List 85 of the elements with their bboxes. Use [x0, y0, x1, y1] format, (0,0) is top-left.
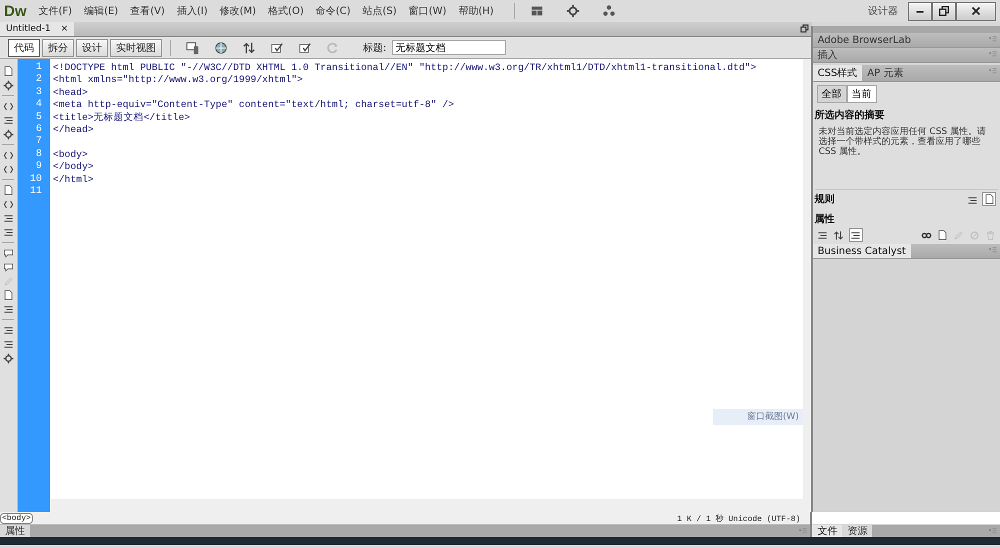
line-number: 6	[34, 124, 42, 136]
restore-icon[interactable]	[798, 22, 810, 34]
line-number: 5	[34, 112, 42, 124]
lines-icon[interactable]	[2, 324, 14, 336]
panel-tab[interactable]: Business Catalyst	[812, 244, 911, 258]
restore-icon[interactable]	[932, 2, 956, 20]
line-number: 3	[34, 86, 42, 99]
section-title: 规则	[814, 192, 835, 206]
settings-icon[interactable]	[564, 3, 581, 19]
workspace-switcher[interactable]: 设计器	[868, 4, 898, 18]
mode-button[interactable]: 当前	[846, 85, 877, 103]
panel-tab[interactable]: 资源	[842, 525, 872, 537]
code-line: </html>	[52, 174, 95, 186]
people-icon[interactable]	[600, 3, 617, 19]
menu-item[interactable]: 修改(M)	[220, 4, 256, 18]
menu-item[interactable]: 编辑(E)	[84, 4, 118, 18]
line-number: 4	[34, 99, 42, 112]
view-button[interactable]: 设计	[76, 38, 108, 56]
app-logo: Dw	[4, 2, 26, 20]
panel-tab[interactable]: AP 元素	[862, 65, 908, 81]
title-label: 标题:	[363, 42, 386, 54]
line-number: 8	[34, 148, 42, 161]
menu-item[interactable]: 命令(C)	[316, 4, 351, 18]
code-line: <meta http-equiv="Content-Type" content="text/html; charset=utf-8" />	[52, 99, 456, 112]
code-line: <title>无标题文档</title>	[52, 112, 192, 124]
tooltip: 窗口截图(W)	[712, 409, 803, 425]
summary-text: 未对当前选定内容应用任何 CSS 属性。请选择一个带样式的元素，查看应用了哪些 CSS 属性。	[818, 126, 987, 157]
minimize-icon[interactable]	[908, 2, 932, 20]
panel-tab[interactable]: 插入	[812, 48, 843, 62]
menu-item[interactable]: 插入(I)	[176, 4, 208, 18]
view-icon[interactable]	[982, 192, 996, 206]
view-button[interactable]: 代码	[8, 38, 40, 56]
panel-tab[interactable]: 文件	[812, 525, 842, 537]
page-icon[interactable]	[2, 289, 14, 301]
comment-icon[interactable]	[2, 247, 14, 259]
brackets-icon[interactable]	[2, 198, 14, 210]
code-line: <body>	[52, 148, 89, 162]
menu-item[interactable]: 格式(O)	[268, 4, 304, 18]
lines-icon[interactable]	[2, 303, 14, 315]
brackets-icon[interactable]	[2, 149, 14, 161]
lines-icon[interactable]	[2, 338, 14, 350]
menu-item[interactable]: 窗口(W)	[408, 4, 446, 18]
sort-icon[interactable]	[832, 229, 845, 241]
category-view-icon[interactable]	[816, 229, 829, 241]
new-rule-icon[interactable]	[936, 229, 948, 241]
cascade-icon[interactable]	[966, 194, 978, 206]
code-line: <head>	[52, 86, 89, 100]
lines-icon[interactable]	[2, 114, 14, 126]
devices-icon[interactable]	[185, 40, 201, 56]
set-properties-icon[interactable]	[848, 228, 863, 242]
status-text: 1 K / 1 秒 Unicode (UTF-8)	[677, 514, 800, 524]
panel-tab[interactable]: CSS样式	[812, 65, 862, 81]
code-line: </head>	[52, 124, 95, 136]
line-number: 2	[34, 74, 42, 87]
section-title: 属性	[814, 212, 836, 226]
code-line: <html xmlns="http://www.w3.org/1999/xhtml">	[52, 74, 304, 87]
menu-item[interactable]: 查看(V)	[130, 4, 165, 18]
menu-item[interactable]: 站点(S)	[362, 4, 397, 18]
brackets-icon[interactable]	[2, 163, 14, 175]
view-button[interactable]: 拆分	[42, 38, 74, 56]
title-field[interactable]: 无标题文档	[392, 40, 506, 55]
globe-icon[interactable]	[213, 40, 229, 56]
menu-item[interactable]: 文件(F)	[38, 4, 72, 18]
page-icon[interactable]	[2, 65, 14, 77]
document-tab[interactable]: Untitled-1 ×	[0, 22, 74, 36]
close-icon[interactable]	[956, 2, 996, 20]
line-number: 11	[28, 186, 42, 198]
section-title: 所选内容的摘要	[814, 108, 886, 122]
lines-icon[interactable]	[2, 226, 14, 238]
code-line: </body>	[52, 161, 95, 174]
mode-button[interactable]: 全部	[816, 85, 847, 103]
line-number: 9	[34, 161, 42, 174]
line-number: 10	[28, 174, 42, 186]
comment-icon[interactable]	[2, 261, 14, 273]
code-line: <!DOCTYPE html PUBLIC "-//W3C//DTD XHTML 1.0 Transitional//EN" "http://www.w3.org/TR/xhtml1/DTD/xhtml1-transitional.dtd">	[52, 62, 758, 74]
view-button[interactable]: 实时视图	[110, 38, 162, 56]
line-number: 7	[34, 136, 42, 149]
lines-icon[interactable]	[2, 212, 14, 224]
brackets-icon[interactable]	[2, 100, 14, 112]
page-icon[interactable]	[2, 184, 14, 196]
line-number: 1	[34, 62, 42, 74]
menu-item[interactable]: 帮助(H)	[458, 4, 494, 18]
panel-tab[interactable]: 属性	[0, 525, 30, 537]
close-icon[interactable]: ×	[60, 24, 68, 34]
tag-selector[interactable]: <body>	[0, 512, 33, 524]
